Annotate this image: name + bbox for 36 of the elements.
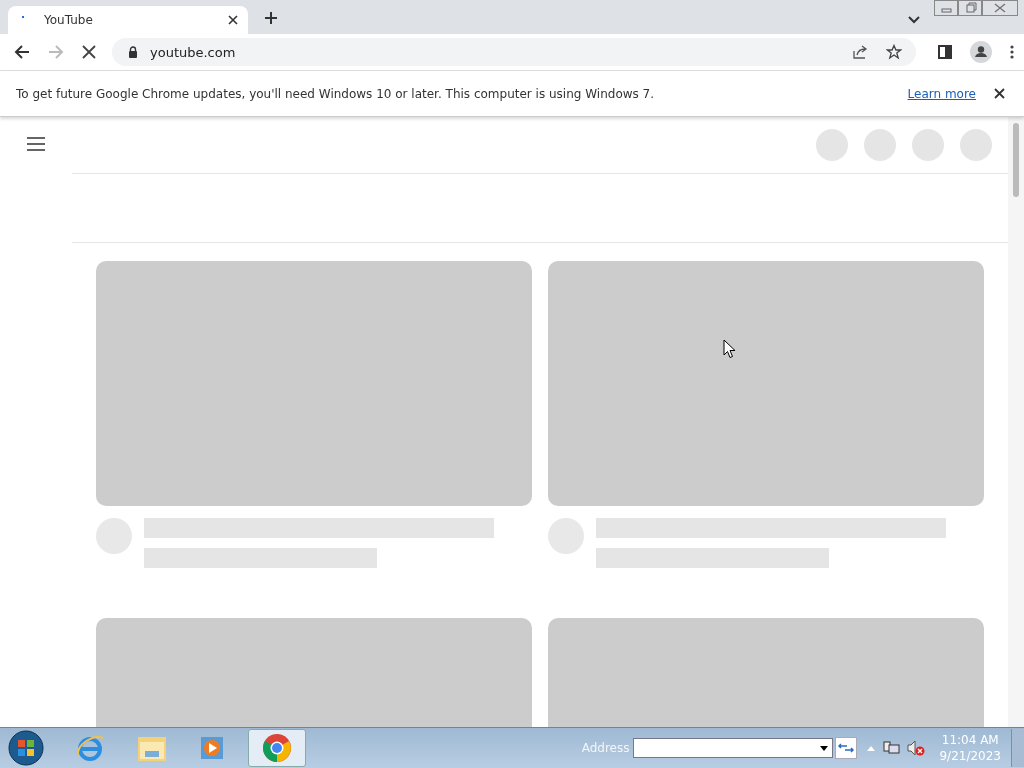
back-icon[interactable]: [14, 44, 30, 60]
profile-icon[interactable]: [970, 41, 992, 63]
cursor-icon: [723, 339, 736, 359]
address-field[interactable]: [633, 738, 834, 758]
share-icon[interactable]: [852, 44, 868, 60]
network-icon[interactable]: [883, 740, 902, 756]
restore-icon[interactable]: [958, 0, 982, 16]
avatar-placeholder: [912, 129, 944, 161]
go-icon[interactable]: [835, 737, 858, 759]
chevron-down-icon[interactable]: [908, 16, 920, 24]
address-bar[interactable]: youtube.com: [112, 38, 916, 66]
muted-speaker-icon[interactable]: [907, 740, 926, 756]
avatar-placeholder: [864, 129, 896, 161]
chrome-taskbar-button[interactable]: [248, 729, 306, 767]
scrollbar-thumb[interactable]: [1013, 123, 1019, 197]
new-tab-icon[interactable]: [264, 11, 278, 25]
close-icon[interactable]: [228, 15, 238, 25]
close-icon[interactable]: [994, 88, 1005, 99]
side-panel-icon[interactable]: [938, 45, 952, 59]
chrome-icon: [262, 733, 292, 763]
menu-icon[interactable]: [27, 137, 45, 151]
learn-more-link[interactable]: Learn more: [907, 86, 976, 101]
minimize-icon[interactable]: [934, 0, 958, 16]
start-button[interactable]: [8, 730, 44, 766]
menu-icon[interactable]: [1010, 45, 1014, 59]
dropdown-icon[interactable]: [820, 745, 829, 751]
address-label: Address: [581, 741, 630, 755]
tab-title: YouTube: [44, 13, 94, 27]
avatar-placeholder: [960, 129, 992, 161]
browser-tab[interactable]: YouTube: [8, 6, 248, 34]
star-icon[interactable]: [886, 44, 902, 60]
stop-icon[interactable]: [82, 45, 96, 59]
lock-icon: [128, 46, 138, 58]
infobar-message: To get future Google Chrome updates, you'll need Windows 10 or later. This computer is using Windows 7.: [16, 86, 655, 101]
media-player-icon[interactable]: [198, 734, 226, 762]
avatar-placeholder: [816, 129, 848, 161]
